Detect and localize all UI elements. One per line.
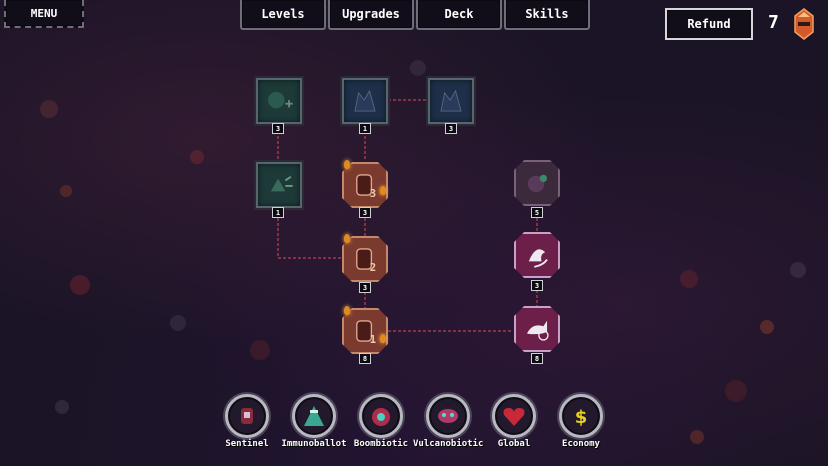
- svg-text:1: 1: [370, 333, 377, 346]
- flame-icon: [380, 334, 386, 343]
- dollar-icon: $: [559, 394, 603, 438]
- sentinel-icon: [225, 394, 269, 438]
- category-vulcanobiotic[interactable]: Vulcanobiotic: [413, 394, 483, 449]
- cost-badge: 3: [359, 207, 371, 218]
- category-boombiotic[interactable]: Boombiotic: [346, 394, 416, 449]
- category-economy[interactable]: $ Economy: [546, 394, 616, 449]
- flame-icon: [344, 160, 350, 169]
- svg-text:2: 2: [370, 261, 377, 274]
- upgrade-node-mid-left[interactable]: [256, 162, 302, 208]
- category-label: Boombiotic: [353, 439, 409, 449]
- cost-badge: 1: [272, 207, 284, 218]
- category-label: Sentinel: [225, 439, 269, 449]
- flame-icon: [344, 234, 350, 243]
- category-global[interactable]: Global: [479, 394, 549, 449]
- immunoballot-icon: [292, 394, 336, 438]
- flame-icon: [380, 186, 386, 195]
- flame-icon: [344, 306, 350, 315]
- cost-badge: 3: [272, 123, 284, 134]
- upgrade-node-rank-2[interactable]: 2: [342, 236, 388, 282]
- cost-badge: 8: [531, 353, 543, 364]
- category-label: Economy: [562, 439, 600, 449]
- category-label: Global: [497, 439, 531, 449]
- cost-badge: 3: [359, 282, 371, 293]
- upgrade-node-rank-3[interactable]: 3: [342, 162, 388, 208]
- upgrade-node-right-mid[interactable]: [514, 232, 560, 278]
- category-immunoballot[interactable]: Immunoballot: [279, 394, 349, 449]
- boombiotic-icon: [359, 394, 403, 438]
- upgrade-node-right-bot[interactable]: [514, 306, 560, 352]
- category-label: Vulcanobiotic: [413, 439, 484, 449]
- vulcanobiotic-icon: [426, 394, 470, 438]
- category-sentinel[interactable]: Sentinel: [212, 394, 282, 449]
- upgrade-node-top-left[interactable]: [256, 78, 302, 124]
- cost-badge: 8: [359, 353, 371, 364]
- category-label: Immunoballot: [281, 439, 347, 449]
- cost-badge: 5: [531, 207, 543, 218]
- upgrade-node-top-mid[interactable]: [342, 78, 388, 124]
- upgrade-node-right-top[interactable]: [514, 160, 560, 206]
- cost-badge: 3: [531, 280, 543, 291]
- cost-badge: 3: [445, 123, 457, 134]
- svg-text:$: $: [575, 407, 588, 428]
- heart-icon: [492, 394, 536, 438]
- upgrade-node-rank-1[interactable]: 1: [342, 308, 388, 354]
- svg-text:3: 3: [370, 187, 377, 200]
- cost-badge: 1: [359, 123, 371, 134]
- upgrade-node-top-right[interactable]: [428, 78, 474, 124]
